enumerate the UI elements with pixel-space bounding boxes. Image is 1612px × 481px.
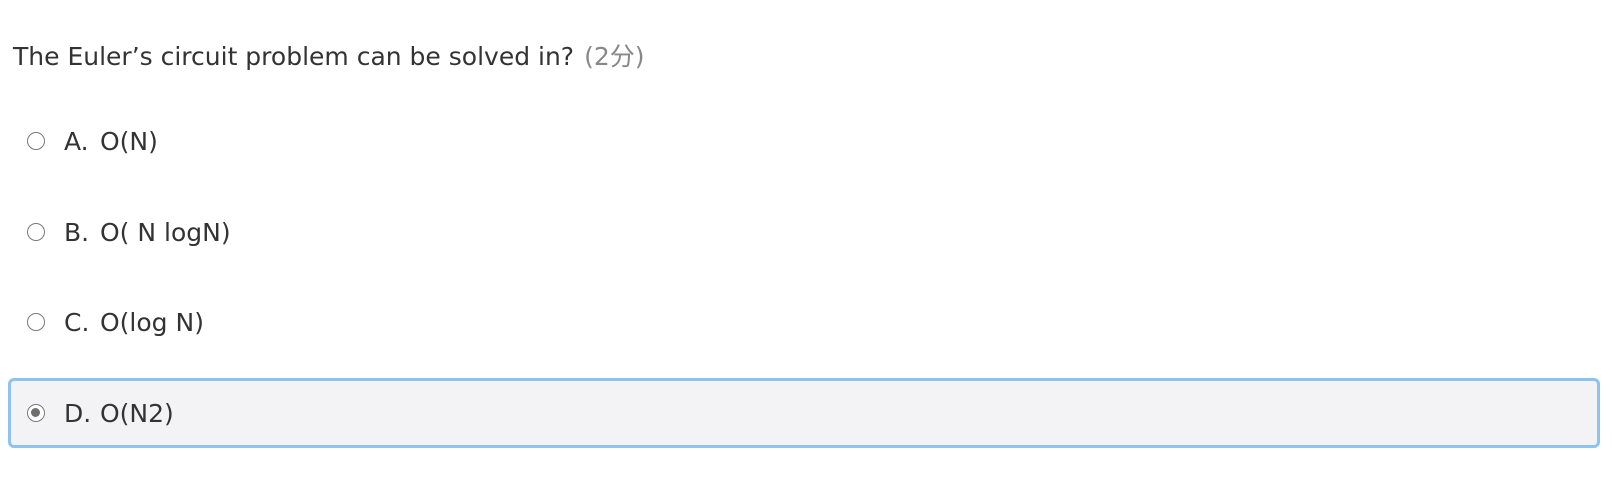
question-block: The Euler’s circuit problem can be solve… [0, 0, 1612, 481]
option-c[interactable]: C. O(log N) [8, 287, 1600, 357]
option-letter: A. [64, 127, 89, 156]
option-a[interactable]: A. O(N) [8, 106, 1600, 176]
radio-button-d[interactable] [27, 404, 45, 422]
radio-button-a[interactable] [27, 132, 45, 150]
radio-button-b[interactable] [27, 223, 45, 241]
radio-button-c[interactable] [27, 313, 45, 331]
option-letter: D. [64, 399, 92, 428]
option-text: O(log N) [100, 308, 204, 337]
option-text: O(N2) [100, 399, 174, 428]
option-text: O( N logN) [100, 218, 231, 247]
question-stem: The Euler’s circuit problem can be solve… [13, 41, 645, 73]
option-text: O(N) [100, 127, 158, 156]
option-b[interactable]: B. O( N logN) [8, 197, 1600, 267]
question-points: (2分) [584, 42, 645, 71]
option-letter: C. [64, 308, 90, 337]
question-text: The Euler’s circuit problem can be solve… [13, 42, 575, 71]
option-d[interactable]: D. O(N2) [8, 378, 1600, 448]
option-letter: B. [64, 218, 90, 247]
radio-dot-icon [31, 408, 40, 417]
